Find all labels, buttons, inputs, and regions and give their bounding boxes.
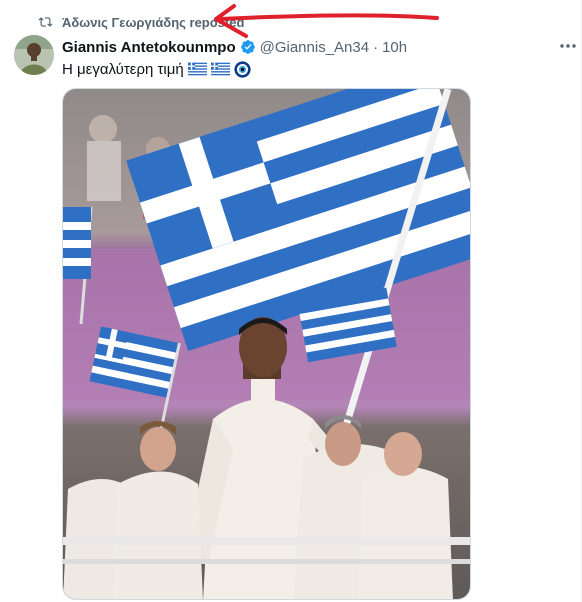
timestamp[interactable]: 10h	[382, 39, 407, 56]
repost-indicator: Άδωνις Γεωργιάδης reposted	[38, 13, 244, 31]
display-name[interactable]: Giannis Antetokounmpo	[62, 39, 236, 56]
repost-icon	[38, 15, 53, 29]
user-handle[interactable]: @Giannis_An34	[260, 39, 369, 56]
nazar-amulet-emoji	[234, 60, 251, 78]
greece-flag-emoji	[187, 62, 207, 76]
verified-badge-icon	[240, 39, 256, 55]
tweet-text: Η μεγαλύτερη τιμή	[62, 59, 251, 79]
avatar[interactable]	[14, 35, 54, 75]
greece-flag-emoji	[210, 62, 230, 76]
more-options-icon[interactable]	[558, 38, 578, 54]
tweet-photo[interactable]	[62, 88, 471, 600]
repost-label[interactable]: Άδωνις Γεωργιάδης reposted	[62, 15, 244, 30]
repost-tweet-card[interactable]: Άδωνις Γεωργιάδης reposted Giannis Antet…	[0, 0, 582, 602]
tweet-text-content: Η μεγαλύτερη τιμή	[62, 60, 184, 78]
tweet-header: Giannis Antetokounmpo @Giannis_An34 · 10…	[62, 37, 407, 57]
separator-dot: ·	[373, 38, 379, 56]
